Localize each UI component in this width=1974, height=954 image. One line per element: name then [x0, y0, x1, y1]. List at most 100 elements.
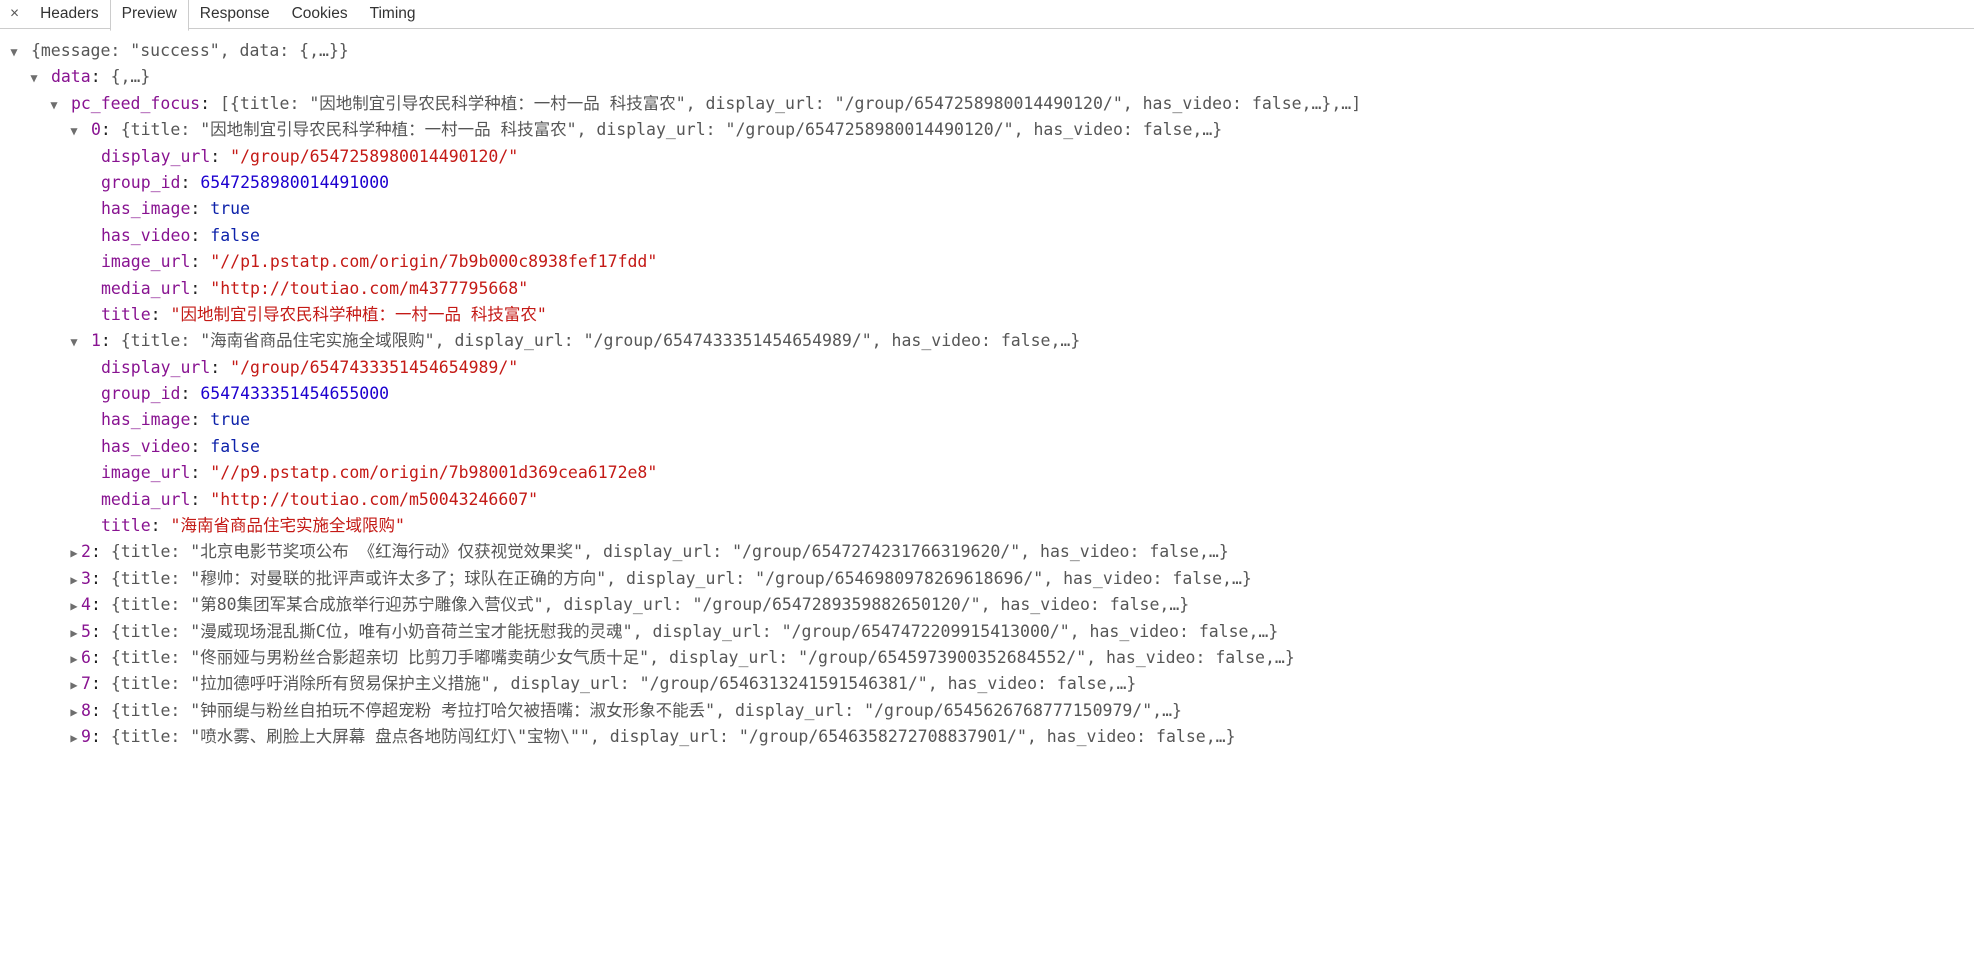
tree-row[interactable]: group_id: 6547433351454655000	[3, 381, 1974, 407]
tree-row-pc-feed-focus[interactable]: pc_feed_focus: [{title: "因地制宜引导农民科学种植：一村…	[3, 91, 1974, 117]
key-media-url: media_url	[101, 490, 190, 509]
disclosure-triangle-icon[interactable]	[67, 333, 81, 352]
key-has-image: has_image	[101, 410, 190, 429]
tab-headers[interactable]: Headers	[29, 0, 110, 29]
tree-row-item-8[interactable]: 8: {title: "钟丽缇与粉丝自拍玩不停超宠粉 考拉打哈欠被捂嘴：淑女形象…	[3, 698, 1974, 724]
tree-row[interactable]: title: "因地制宜引导农民科学种植：一村一品 科技富农"	[3, 302, 1974, 328]
key-media-url: media_url	[101, 279, 190, 298]
data-summary: {,…}	[111, 67, 151, 86]
val-has-image: true	[210, 410, 250, 429]
tree-row-item-7[interactable]: 7: {title: "拉加德呼吁消除所有贸易保护主义措施", display_…	[3, 671, 1974, 697]
tree-row-item-6[interactable]: 6: {title: "佟丽娅与男粉丝合影超亲切 比剪刀手嘟嘴卖萌少女气质十足"…	[3, 645, 1974, 671]
key-index-3: 3	[81, 569, 91, 588]
tree-row-item-4[interactable]: 4: {title: "第80集团军某合成旅举行迎苏宁雕像入营仪式", disp…	[3, 592, 1974, 618]
key-pc-feed-focus: pc_feed_focus	[71, 94, 200, 113]
key-index-8: 8	[81, 701, 91, 720]
key-has-image: has_image	[101, 199, 190, 218]
val-image-url: "//p1.pstatp.com/origin/7b9b000c8938fef1…	[210, 252, 657, 271]
key-index-7: 7	[81, 674, 91, 693]
key-image-url: image_url	[101, 252, 190, 271]
key-index-0: 0	[91, 120, 101, 139]
tree-row[interactable]: display_url: "/group/6547258980014490120…	[3, 144, 1974, 170]
key-index-2: 2	[81, 542, 91, 561]
val-image-url: "//p9.pstatp.com/origin/7b98001d369cea61…	[210, 463, 657, 482]
disclosure-triangle-icon[interactable]	[67, 597, 81, 616]
tree-row[interactable]: group_id: 6547258980014491000	[3, 170, 1974, 196]
close-icon[interactable]: ×	[4, 2, 29, 27]
tree-row[interactable]: image_url: "//p1.pstatp.com/origin/7b9b0…	[3, 249, 1974, 275]
key-data: data	[51, 67, 91, 86]
item2-summary: {title: "北京电影节奖项公布 《红海行动》仅获视觉效果奖", displ…	[111, 542, 1229, 561]
val-media-url: "http://toutiao.com/m50043246607"	[210, 490, 538, 509]
tree-row[interactable]: has_video: false	[3, 434, 1974, 460]
key-index-6: 6	[81, 648, 91, 667]
key-group-id: group_id	[101, 384, 180, 403]
val-title: "因地制宜引导农民科学种植：一村一品 科技富农"	[171, 305, 547, 324]
item1-summary: {title: "海南省商品住宅实施全域限购", display_url: "/…	[121, 331, 1081, 350]
disclosure-triangle-icon[interactable]	[67, 544, 81, 563]
val-group-id: 6547258980014491000	[200, 173, 389, 192]
key-index-1: 1	[91, 331, 101, 350]
key-has-video: has_video	[101, 226, 190, 245]
disclosure-triangle-icon[interactable]	[67, 703, 81, 722]
tree-row-root[interactable]: {message: "success", data: {,…}}	[3, 38, 1974, 64]
key-index-9: 9	[81, 727, 91, 746]
val-has-video: false	[210, 437, 260, 456]
item7-summary: {title: "拉加德呼吁消除所有贸易保护主义措施", display_url…	[111, 674, 1137, 693]
val-has-image: true	[210, 199, 250, 218]
item3-summary: {title: "穆帅：对曼联的批评声或许太多了；球队在正确的方向", disp…	[111, 569, 1252, 588]
disclosure-triangle-icon[interactable]	[7, 43, 21, 62]
key-display-url: display_url	[101, 147, 210, 166]
tree-row[interactable]: has_image: true	[3, 407, 1974, 433]
key-image-url: image_url	[101, 463, 190, 482]
tree-row-item-0[interactable]: 0: {title: "因地制宜引导农民科学种植：一村一品 科技富农", dis…	[3, 117, 1974, 143]
root-summary: {message: "success", data: {,…}}	[31, 41, 349, 60]
tab-preview[interactable]: Preview	[110, 0, 189, 31]
tab-timing[interactable]: Timing	[359, 0, 427, 29]
tree-row-item-1[interactable]: 1: {title: "海南省商品住宅实施全域限购", display_url:…	[3, 328, 1974, 354]
key-index-5: 5	[81, 622, 91, 641]
tree-row-item-3[interactable]: 3: {title: "穆帅：对曼联的批评声或许太多了；球队在正确的方向", d…	[3, 566, 1974, 592]
pc-feed-focus-summary: [{title: "因地制宜引导农民科学种植：一村一品 科技富农", displ…	[220, 94, 1361, 113]
tree-row[interactable]: has_video: false	[3, 223, 1974, 249]
disclosure-triangle-icon[interactable]	[67, 624, 81, 643]
val-media-url: "http://toutiao.com/m4377795668"	[210, 279, 528, 298]
tree-row-item-2[interactable]: 2: {title: "北京电影节奖项公布 《红海行动》仅获视觉效果奖", di…	[3, 539, 1974, 565]
val-title: "海南省商品住宅实施全域限购"	[171, 516, 405, 535]
tree-row-item-9[interactable]: 9: {title: "喷水雾、刷脸上大屏幕 盘点各地防闯红灯\"宝物\"", …	[3, 724, 1974, 750]
tree-row[interactable]: media_url: "http://toutiao.com/m43777956…	[3, 276, 1974, 302]
tree-row[interactable]: display_url: "/group/6547433351454654989…	[3, 355, 1974, 381]
tree-row[interactable]: title: "海南省商品住宅实施全域限购"	[3, 513, 1974, 539]
disclosure-triangle-icon[interactable]	[67, 729, 81, 748]
disclosure-triangle-icon[interactable]	[47, 96, 61, 115]
key-group-id: group_id	[101, 173, 180, 192]
tab-response[interactable]: Response	[189, 0, 281, 29]
key-has-video: has_video	[101, 437, 190, 456]
disclosure-triangle-icon[interactable]	[67, 676, 81, 695]
tree-row-item-5[interactable]: 5: {title: "漫威现场混乱撕C位，唯有小奶音荷兰宝才能抚慰我的灵魂",…	[3, 619, 1974, 645]
item4-summary: {title: "第80集团军某合成旅举行迎苏宁雕像入营仪式", display…	[111, 595, 1189, 614]
tree-row[interactable]: media_url: "http://toutiao.com/m50043246…	[3, 487, 1974, 513]
key-title: title	[101, 516, 151, 535]
disclosure-triangle-icon[interactable]	[27, 69, 41, 88]
disclosure-triangle-icon[interactable]	[67, 571, 81, 590]
val-has-video: false	[210, 226, 260, 245]
tree-row-data[interactable]: data: {,…}	[3, 64, 1974, 90]
item5-summary: {title: "漫威现场混乱撕C位，唯有小奶音荷兰宝才能抚慰我的灵魂", di…	[111, 622, 1278, 641]
val-group-id: 6547433351454655000	[200, 384, 389, 403]
key-index-4: 4	[81, 595, 91, 614]
disclosure-triangle-icon[interactable]	[67, 650, 81, 669]
key-title: title	[101, 305, 151, 324]
item8-summary: {title: "钟丽缇与粉丝自拍玩不停超宠粉 考拉打哈欠被捂嘴：淑女形象不能丢…	[111, 701, 1182, 720]
item0-summary: {title: "因地制宜引导农民科学种植：一村一品 科技富农", displa…	[121, 120, 1222, 139]
tree-row[interactable]: image_url: "//p9.pstatp.com/origin/7b980…	[3, 460, 1974, 486]
disclosure-triangle-icon[interactable]	[67, 122, 81, 141]
item6-summary: {title: "佟丽娅与男粉丝合影超亲切 比剪刀手嘟嘴卖萌少女气质十足", d…	[111, 648, 1295, 667]
devtools-tabs: × Headers Preview Response Cookies Timin…	[0, 0, 1974, 29]
tab-cookies[interactable]: Cookies	[281, 0, 359, 29]
item9-summary: {title: "喷水雾、刷脸上大屏幕 盘点各地防闯红灯\"宝物\"", dis…	[111, 727, 1236, 746]
val-display-url: "/group/6547258980014490120/"	[230, 147, 518, 166]
tree-row[interactable]: has_image: true	[3, 196, 1974, 222]
val-display-url: "/group/6547433351454654989/"	[230, 358, 518, 377]
key-display-url: display_url	[101, 358, 210, 377]
